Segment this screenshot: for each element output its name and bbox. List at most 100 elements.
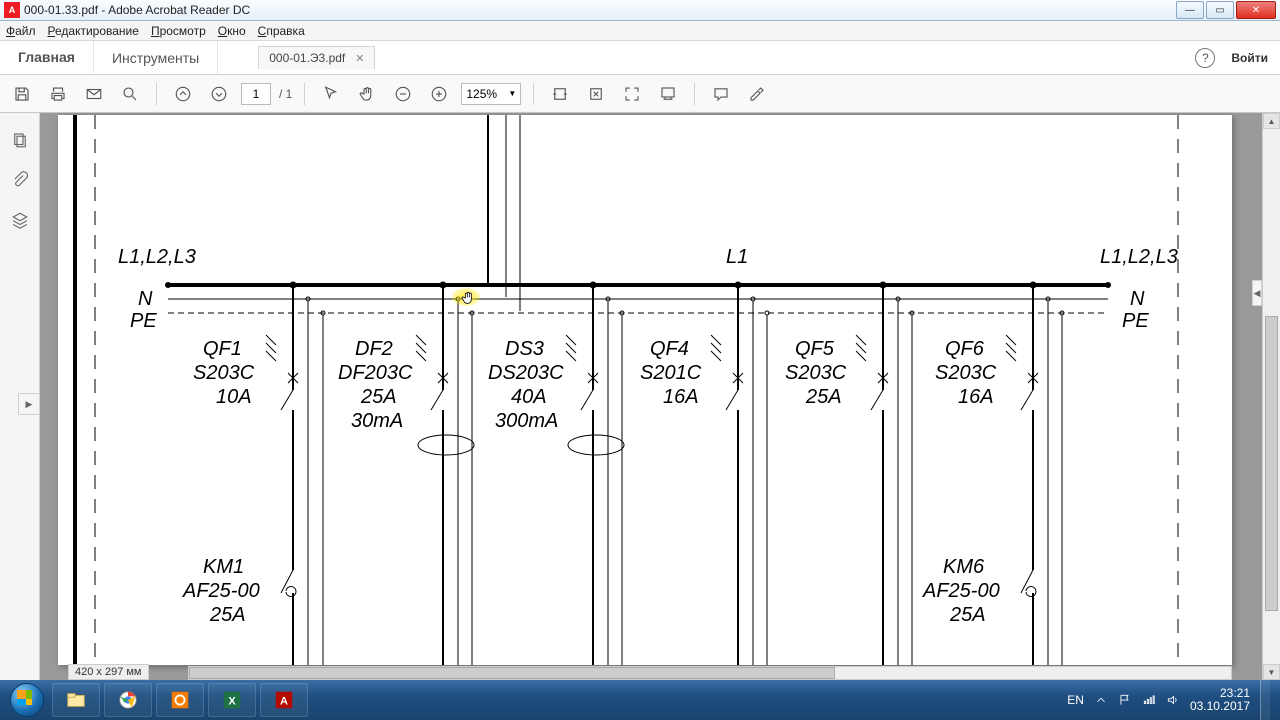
print-button[interactable]: [44, 80, 72, 108]
page-number-input[interactable]: [241, 83, 271, 105]
svg-text:DS3: DS3: [505, 338, 544, 360]
tray-network-icon[interactable]: [1142, 693, 1156, 707]
scroll-up-button[interactable]: ▲: [1263, 113, 1280, 129]
svg-text:X: X: [228, 696, 236, 708]
close-tab-icon[interactable]: ✕: [355, 52, 364, 65]
svg-text:30mA: 30mA: [351, 410, 403, 432]
tab-home[interactable]: Главная: [0, 41, 94, 74]
zoom-select[interactable]: 125%▼: [461, 83, 521, 105]
tray-flag-icon[interactable]: [1118, 693, 1132, 707]
save-button[interactable]: [8, 80, 36, 108]
taskbar-app-orange[interactable]: [156, 683, 204, 717]
system-tray: EN 23:21 03.10.2017: [1067, 680, 1276, 720]
menu-file[interactable]: Файл: [6, 24, 36, 38]
window-title: 000-01.33.pdf - Adobe Acrobat Reader DC: [24, 3, 1176, 17]
schematic-diagram: L1,L2,L3 N PE L1 L1,L2,L3 N PE: [58, 115, 1232, 665]
vertical-scrollbar[interactable]: ▲ ▼: [1262, 113, 1280, 680]
menu-view[interactable]: Просмотр: [151, 24, 206, 38]
document-area[interactable]: L1,L2,L3 N PE L1 L1,L2,L3 N PE: [40, 113, 1262, 680]
circuit-1: QF1 S203C 10A KM1 AF25-00 25A: [182, 282, 325, 666]
fit-page-button[interactable]: [582, 80, 610, 108]
layers-icon[interactable]: [9, 209, 31, 231]
svg-text:25A: 25A: [360, 386, 397, 408]
tray-up-icon[interactable]: [1094, 693, 1108, 707]
svg-text:DF2: DF2: [355, 338, 393, 360]
pdf-page: L1,L2,L3 N PE L1 L1,L2,L3 N PE: [58, 115, 1232, 665]
search-button[interactable]: [116, 80, 144, 108]
svg-text:16A: 16A: [958, 386, 994, 408]
svg-text:L1,L2,L3: L1,L2,L3: [118, 246, 196, 268]
taskbar-chrome[interactable]: [104, 683, 152, 717]
menu-window[interactable]: Окно: [218, 24, 246, 38]
svg-text:S203C: S203C: [935, 362, 997, 384]
svg-text:QF4: QF4: [650, 338, 689, 360]
svg-text:N: N: [138, 288, 153, 310]
svg-text:S201C: S201C: [640, 362, 702, 384]
circuit-3: DS3 DS203C 40A 300mA: [488, 282, 624, 666]
read-mode-button[interactable]: [654, 80, 682, 108]
expand-right-panel-button[interactable]: ◀: [1252, 280, 1262, 306]
svg-text:A: A: [280, 696, 288, 708]
svg-text:QF5: QF5: [795, 338, 835, 360]
svg-text:16A: 16A: [663, 386, 699, 408]
hand-tool-button[interactable]: [353, 80, 381, 108]
tab-tools[interactable]: Инструменты: [94, 41, 218, 74]
svg-text:S203C: S203C: [785, 362, 847, 384]
page-size-label: 420 x 297 мм: [68, 664, 149, 680]
svg-text:QF6: QF6: [945, 338, 985, 360]
svg-text:KM1: KM1: [203, 556, 244, 578]
taskbar-acrobat[interactable]: A: [260, 683, 308, 717]
fullscreen-button[interactable]: [618, 80, 646, 108]
expand-left-panel-button[interactable]: ▶: [18, 393, 40, 415]
taskbar-excel[interactable]: X: [208, 683, 256, 717]
comment-button[interactable]: [707, 80, 735, 108]
zoom-out-button[interactable]: [389, 80, 417, 108]
thumbnails-icon[interactable]: [9, 129, 31, 151]
svg-text:40A: 40A: [511, 386, 547, 408]
page-up-button[interactable]: [169, 80, 197, 108]
scroll-down-button[interactable]: ▼: [1263, 664, 1280, 680]
horizontal-scrollbar[interactable]: [188, 666, 1232, 680]
svg-text:25A: 25A: [805, 386, 842, 408]
circuit-5: QF5 S203C 25A: [785, 282, 914, 666]
attachments-icon[interactable]: [9, 169, 31, 191]
svg-text:10A: 10A: [216, 386, 252, 408]
start-button[interactable]: [4, 682, 50, 718]
email-button[interactable]: [80, 80, 108, 108]
svg-text:25A: 25A: [949, 604, 986, 626]
svg-text:DF203C: DF203C: [338, 362, 413, 384]
svg-text:PE: PE: [130, 310, 157, 332]
show-desktop-button[interactable]: [1260, 680, 1270, 720]
tray-volume-icon[interactable]: [1166, 693, 1180, 707]
tray-lang[interactable]: EN: [1067, 693, 1084, 707]
menu-edit[interactable]: Редактирование: [48, 24, 139, 38]
svg-text:DS203C: DS203C: [488, 362, 564, 384]
taskbar-explorer[interactable]: [52, 683, 100, 717]
minimize-button[interactable]: —: [1176, 1, 1204, 19]
highlight-button[interactable]: [743, 80, 771, 108]
svg-text:300mA: 300mA: [495, 410, 558, 432]
svg-text:L1: L1: [726, 246, 748, 268]
document-tab-label: 000-01.Э3.pdf: [269, 51, 345, 65]
tray-clock[interactable]: 23:21 03.10.2017: [1190, 687, 1250, 713]
svg-text:25A: 25A: [209, 604, 246, 626]
menu-help[interactable]: Справка: [258, 24, 305, 38]
signin-button[interactable]: Войти: [1231, 51, 1268, 65]
toolbar: / 1 125%▼: [0, 75, 1280, 113]
app-icon: A: [4, 2, 20, 18]
page-down-button[interactable]: [205, 80, 233, 108]
select-tool-button[interactable]: [317, 80, 345, 108]
maximize-button[interactable]: ▭: [1206, 1, 1234, 19]
zoom-in-button[interactable]: [425, 80, 453, 108]
svg-text:N: N: [1130, 288, 1145, 310]
svg-text:QF1: QF1: [203, 338, 242, 360]
help-icon[interactable]: ?: [1195, 48, 1215, 68]
window-titlebar: A 000-01.33.pdf - Adobe Acrobat Reader D…: [0, 0, 1280, 21]
svg-text:KM6: KM6: [943, 556, 985, 578]
document-tab[interactable]: 000-01.Э3.pdf ✕: [258, 46, 375, 69]
svg-text:S203C: S203C: [193, 362, 255, 384]
taskbar: X A EN 23:21 03.10.2017: [0, 680, 1280, 720]
close-button[interactable]: ✕: [1236, 1, 1276, 19]
fit-width-button[interactable]: [546, 80, 574, 108]
circuit-6: QF6 S203C 16A KM6 AF25-00 25A: [922, 282, 1064, 666]
